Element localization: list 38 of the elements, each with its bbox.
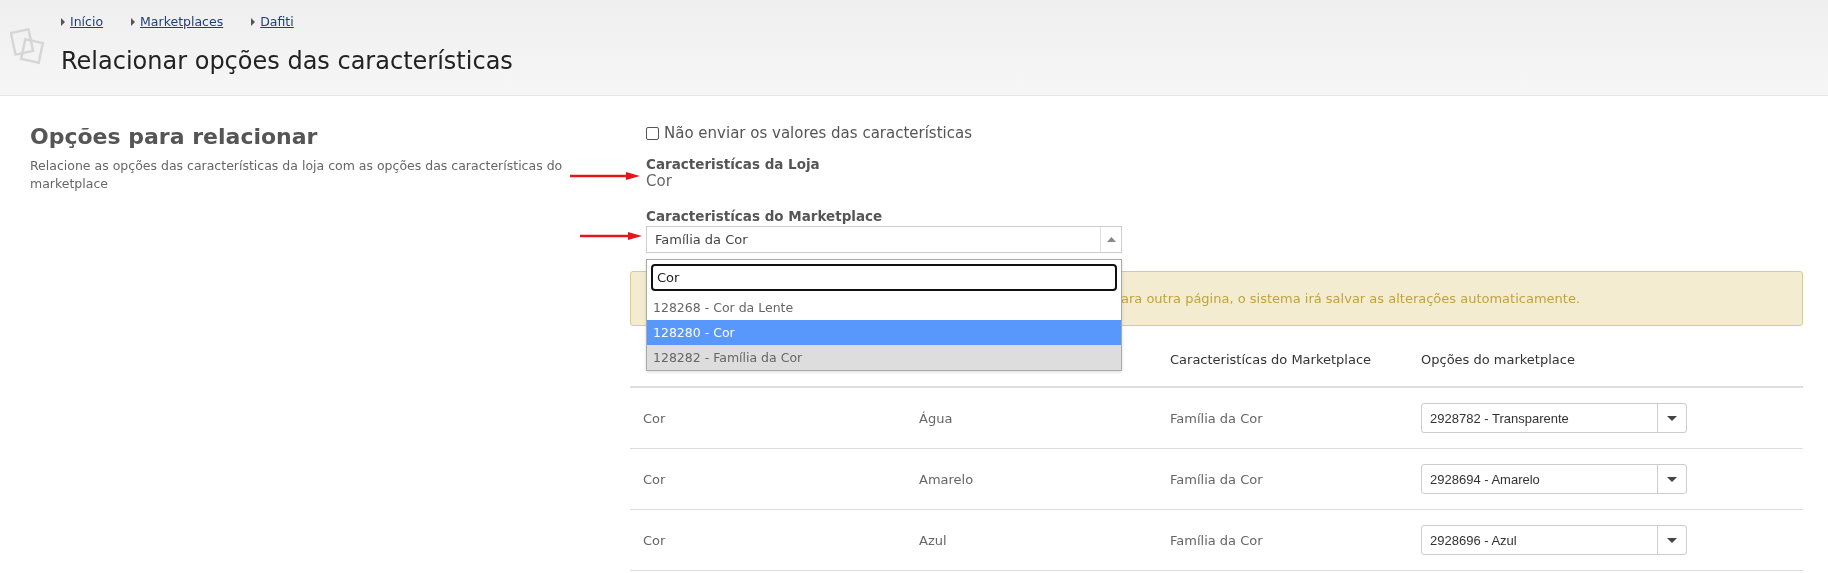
checkbox[interactable] bbox=[646, 126, 659, 140]
page-title: Relacionar opções das características bbox=[61, 47, 513, 75]
caret-icon bbox=[251, 17, 256, 26]
arrow-drawing bbox=[580, 232, 642, 240]
table-cell: Cor bbox=[643, 532, 666, 548]
caret-icon bbox=[1667, 537, 1677, 543]
caret-icon bbox=[61, 17, 65, 26]
table-cell: Cor bbox=[643, 471, 666, 487]
table-cell: Cor bbox=[643, 410, 666, 426]
breadcrumb-link[interactable]: Dafiti bbox=[260, 14, 294, 29]
search-field[interactable]: Cor bbox=[651, 264, 1117, 291]
checkbox-label: Não enviar os valores das características bbox=[664, 124, 972, 142]
table-cell: Família da Cor bbox=[1170, 532, 1263, 548]
table-cell: Amarelo bbox=[919, 471, 974, 487]
breadcrumb-link[interactable]: Início bbox=[70, 14, 104, 29]
field-label: Caracteristícas do Marketplace bbox=[646, 208, 884, 224]
arrow-drawing bbox=[570, 172, 640, 180]
section-description: Relacione as opções das características da loja com as opções das características do marketplace bbox=[30, 157, 564, 193]
caret-icon bbox=[1667, 415, 1677, 421]
option-select[interactable]: 2928694 - Amarelo bbox=[1421, 464, 1687, 494]
dropdown-option[interactable]: 128282 - Família da Cor bbox=[647, 345, 1121, 370]
field-label: Caracteristícas da Loja bbox=[646, 156, 821, 172]
section-heading: Opções para relacionar bbox=[30, 124, 319, 149]
dropdown-option[interactable]: 128268 - Cor da Lente bbox=[647, 295, 1121, 320]
caret-icon bbox=[1106, 237, 1116, 242]
table-cell: Família da Cor bbox=[1170, 471, 1263, 487]
table-cell: Família da Cor bbox=[1170, 410, 1263, 426]
table-cell: Água bbox=[919, 410, 953, 426]
field-value: Cor bbox=[646, 172, 673, 190]
select-field[interactable]: Família da Cor bbox=[646, 226, 1122, 253]
option-select[interactable]: 2928782 - Transparente bbox=[1421, 403, 1687, 433]
caret-icon bbox=[131, 17, 136, 26]
caret-icon bbox=[1667, 476, 1677, 482]
column-header: Caracteristícas do Marketplace bbox=[1170, 352, 1372, 367]
column-header: Opções do marketplace bbox=[1421, 352, 1575, 367]
option-select[interactable]: 2928696 - Azul bbox=[1421, 525, 1687, 555]
table-cell: Azul bbox=[919, 532, 947, 548]
breadcrumb-link[interactable]: Marketplaces bbox=[140, 14, 224, 29]
